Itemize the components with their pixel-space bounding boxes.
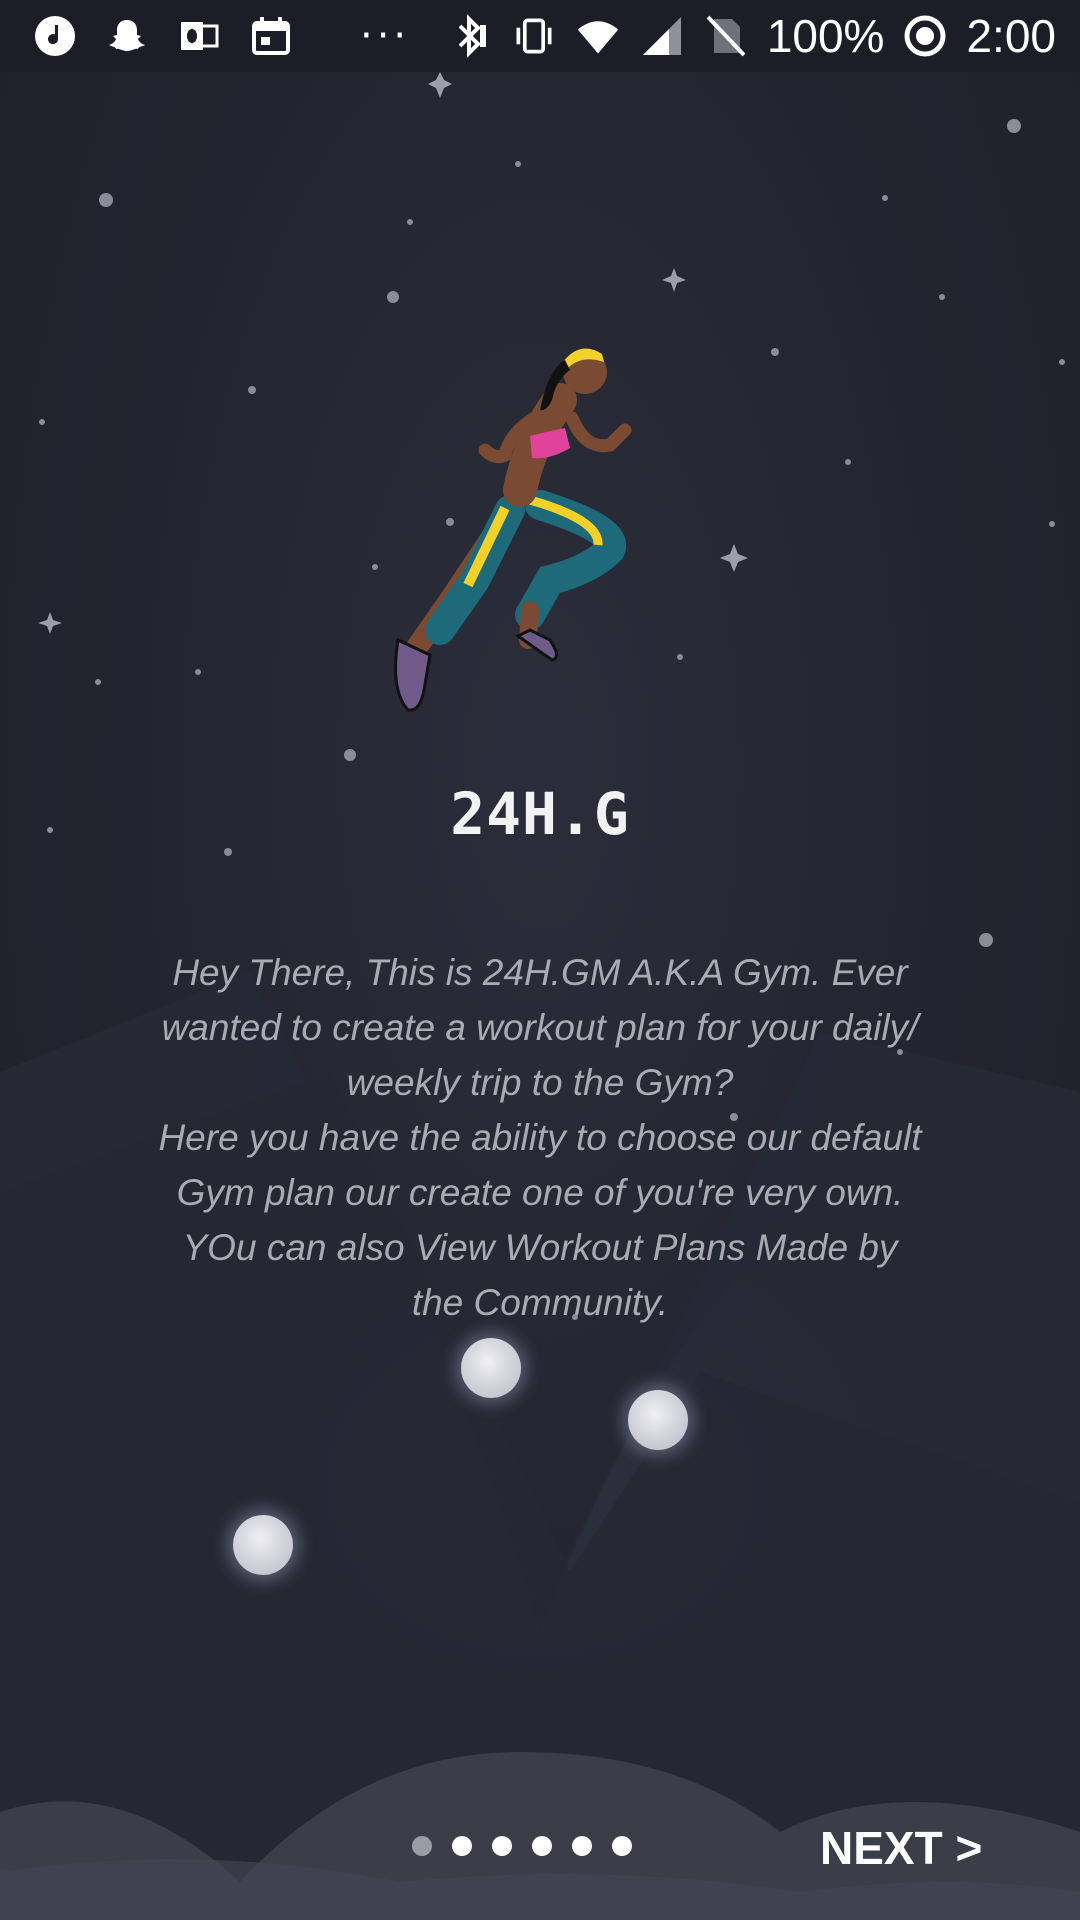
clock: 2:00 [966, 10, 1056, 62]
calendar-icon [248, 13, 294, 59]
outlook-icon [176, 13, 222, 59]
page-indicator [412, 1836, 632, 1856]
bluetooth-icon [447, 13, 493, 59]
more-notifications-indicator: ··· [360, 13, 411, 59]
music-note-icon [32, 13, 78, 59]
onboarding-description: Hey There, This is 24H.GM A.K.A Gym. Eve… [158, 952, 922, 1323]
page-dot-4 [532, 1836, 552, 1856]
glowing-orb [461, 1338, 521, 1398]
next-button[interactable]: NEXT > [820, 1818, 982, 1878]
app-title: 24H.G [450, 780, 630, 848]
page-dot-1 [412, 1836, 432, 1856]
battery-percentage: 100% [766, 10, 885, 62]
signal-icon [639, 13, 685, 59]
wifi-icon [575, 13, 621, 59]
glowing-orb [628, 1390, 688, 1450]
page-dot-2 [452, 1836, 472, 1856]
battery-saver-icon [902, 13, 948, 59]
page-dot-3 [492, 1836, 512, 1856]
status-bar-notifications: ··· [32, 13, 410, 59]
no-sim-icon [703, 13, 749, 59]
runner-illustration [394, 348, 632, 712]
status-bar: ··· 100% 2:00 [0, 0, 1080, 72]
page-dot-5 [572, 1836, 592, 1856]
glowing-orb [233, 1515, 293, 1575]
vibrate-icon [511, 13, 557, 59]
snapchat-icon [104, 13, 150, 59]
onboarding-screen: ··· 100% 2:00 24H.G Hey There, This is 2… [0, 0, 1080, 1920]
status-bar-system: 100% 2:00 [447, 13, 1056, 59]
page-dot-6 [612, 1836, 632, 1856]
